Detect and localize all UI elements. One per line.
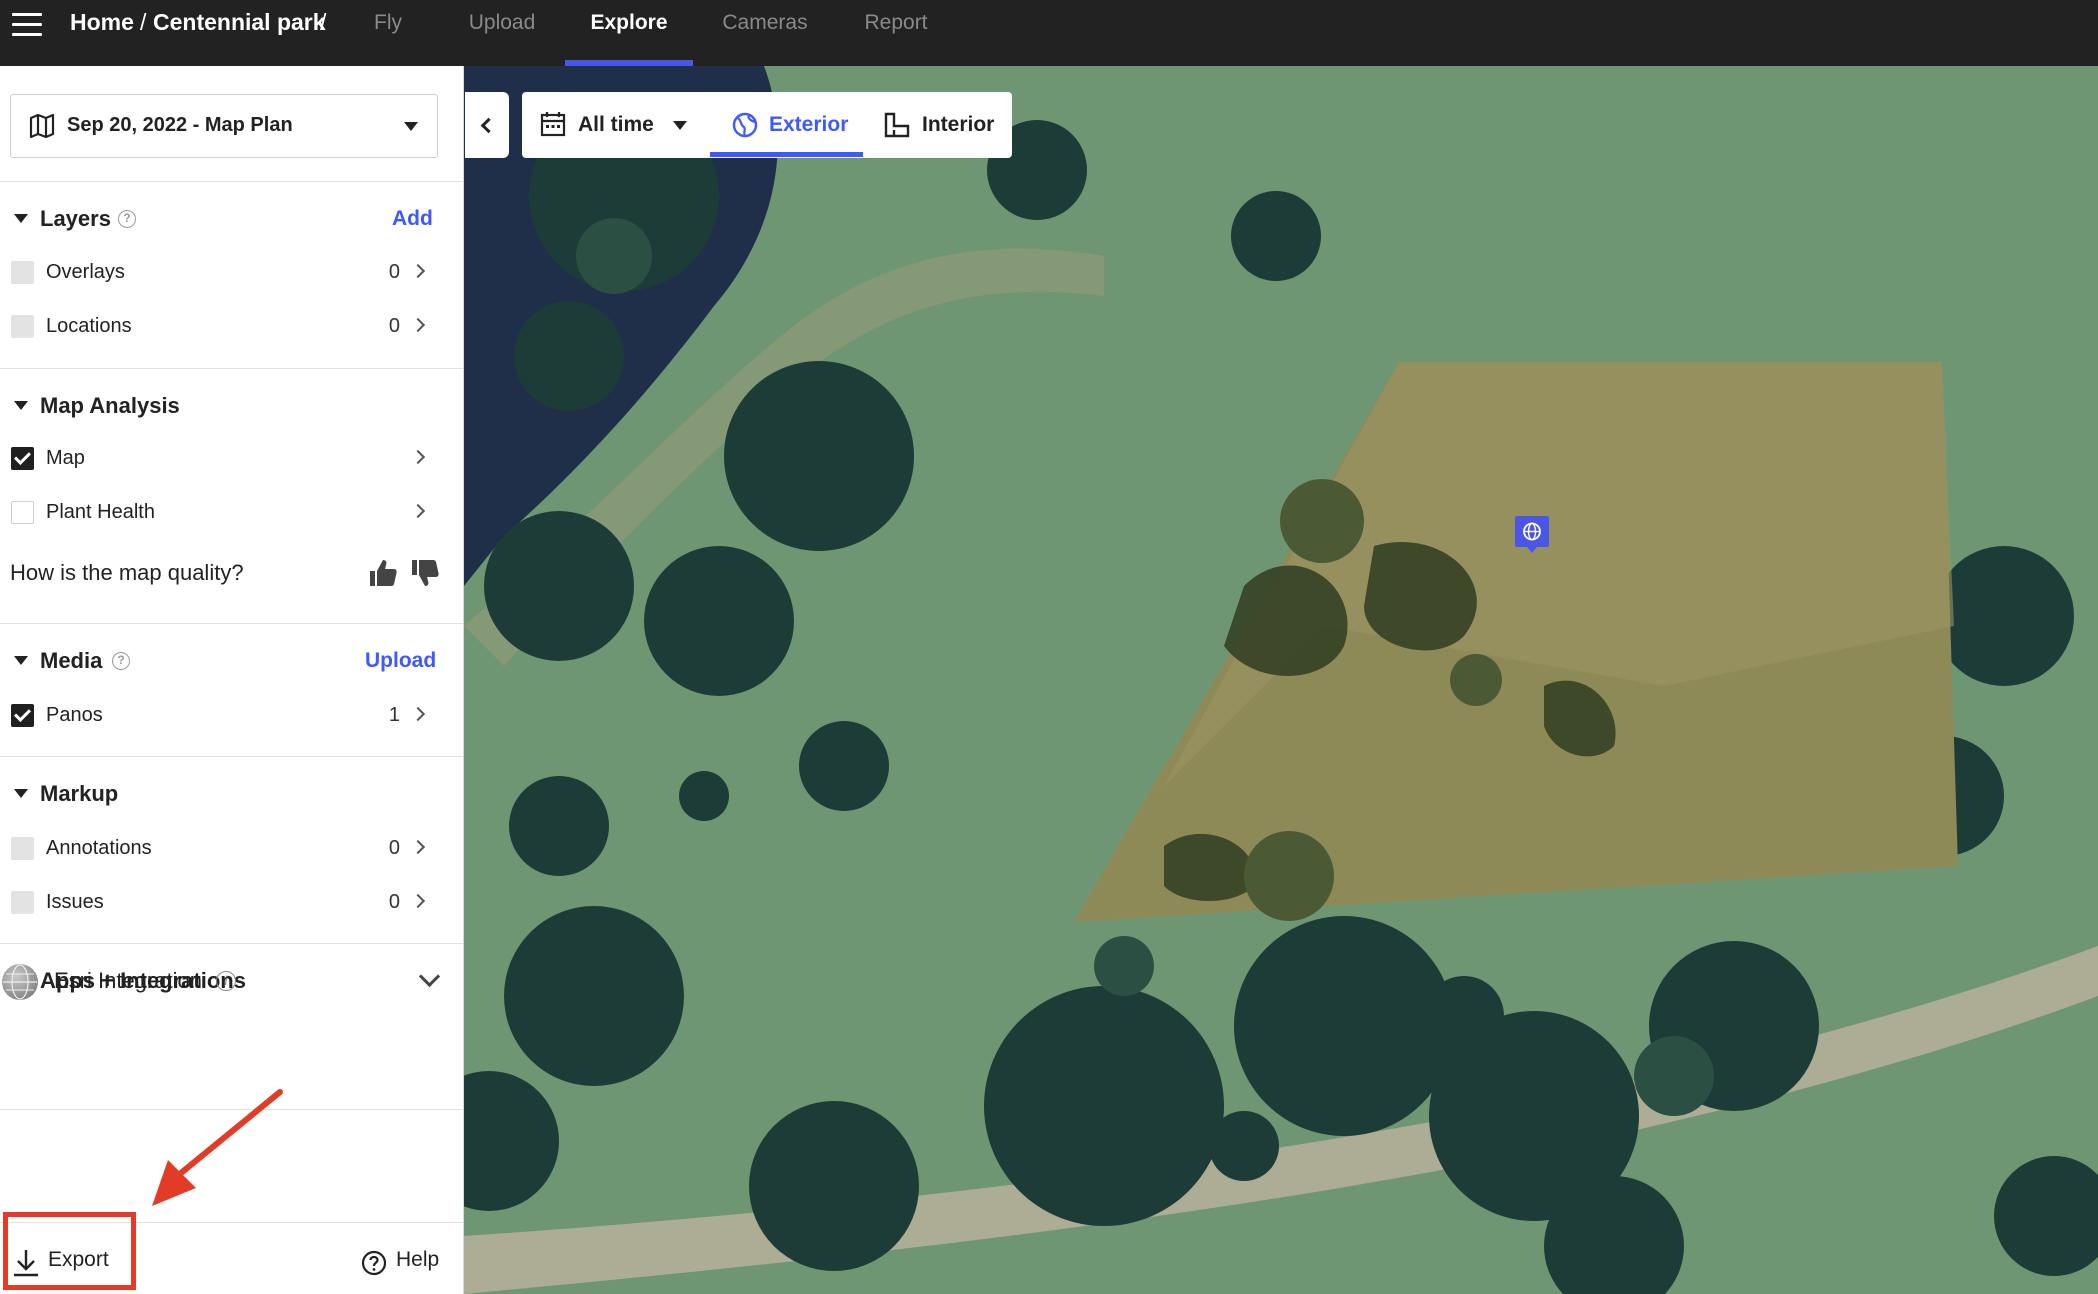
esri-globe-icon: [2, 964, 38, 1000]
markup-row-annotations[interactable]: Annotations 0: [0, 828, 446, 868]
issues-label: Issues: [46, 891, 104, 913]
section-media-title: Media: [40, 648, 103, 673]
plan-select-value: Sep 20, 2022 - Map Plan: [67, 114, 293, 136]
tab-cameras[interactable]: Cameras: [710, 0, 820, 66]
globe-icon: [732, 112, 758, 138]
plan-select-dropdown[interactable]: Sep 20, 2022 - Map Plan: [10, 94, 438, 158]
satellite-map-image: [464, 66, 2098, 1294]
interior-label: Interior: [922, 113, 995, 136]
chevron-right-icon[interactable]: [410, 317, 426, 333]
exterior-label: Exterior: [769, 113, 849, 136]
section-layers-header[interactable]: Layers: [14, 206, 111, 232]
tab-fly[interactable]: Fly: [358, 0, 418, 66]
help-circle-icon: [361, 1250, 387, 1276]
chevron-right-icon[interactable]: [410, 449, 426, 465]
collapse-triangle-icon: [14, 655, 28, 665]
chevron-right-icon[interactable]: [410, 706, 426, 722]
export-highlight-box: [3, 1212, 136, 1290]
caret-down-icon: [404, 122, 418, 131]
chevron-right-icon[interactable]: [410, 263, 426, 279]
panos-checkbox[interactable]: [11, 704, 34, 727]
panos-count: 1: [388, 704, 400, 726]
collapse-triangle-icon: [14, 213, 28, 223]
tab-explore[interactable]: Explore: [565, 0, 693, 66]
map-viewport[interactable]: [464, 66, 2098, 1294]
chevron-left-icon: [480, 117, 497, 134]
panos-label: Panos: [46, 704, 103, 726]
date-filter-value: All time: [578, 113, 654, 136]
layer-row-overlays[interactable]: Overlays 0: [0, 252, 446, 292]
divider: [0, 368, 463, 369]
section-markup-header[interactable]: Markup: [14, 781, 118, 807]
section-map-analysis-title: Map Analysis: [40, 393, 180, 418]
map-quality-question: How is the map quality?: [10, 560, 244, 585]
map-label: Map: [46, 447, 85, 469]
annotations-checkbox[interactable]: [11, 837, 34, 860]
locations-count: 0: [388, 315, 400, 337]
map-checkbox[interactable]: [11, 447, 34, 470]
layer-row-locations[interactable]: Locations 0: [0, 306, 446, 346]
section-markup-title: Markup: [40, 781, 119, 806]
esri-integration-label[interactable]: Esri Integration: [54, 968, 202, 994]
collapse-triangle-icon: [14, 400, 28, 410]
issues-checkbox[interactable]: [11, 891, 34, 914]
breadcrumb-home[interactable]: Home: [70, 9, 134, 36]
divider: [0, 756, 463, 757]
section-layers-title: Layers: [40, 206, 111, 231]
help-circle-icon[interactable]: ?: [118, 210, 136, 228]
tab-upload[interactable]: Upload: [456, 0, 548, 66]
analysis-row-plant-health[interactable]: Plant Health: [0, 492, 446, 532]
pano-location-pin-icon[interactable]: [1514, 514, 1550, 554]
section-map-analysis-header[interactable]: Map Analysis: [14, 393, 180, 419]
top-navigation-bar: Home / Centennial park / Fly Upload Expl…: [0, 0, 2098, 66]
tab-exterior[interactable]: Exterior: [732, 92, 860, 158]
divider: [0, 943, 463, 944]
tab-report[interactable]: Report: [848, 0, 944, 66]
chevron-right-icon[interactable]: [410, 503, 426, 519]
floorplan-icon: [884, 112, 910, 138]
collapse-sidebar-button[interactable]: [465, 92, 509, 158]
add-layer-button[interactable]: Add: [392, 207, 433, 231]
map-icon: [29, 113, 55, 139]
red-arrow-annotation: [152, 1089, 283, 1206]
hamburger-menu-icon[interactable]: [12, 13, 42, 37]
markup-row-issues[interactable]: Issues 0: [0, 882, 446, 922]
breadcrumb-separator: /: [320, 9, 327, 35]
breadcrumb-project[interactable]: Centennial park: [153, 9, 326, 36]
help-label: Help: [396, 1248, 440, 1271]
help-circle-icon[interactable]: ?: [112, 652, 130, 670]
overlays-checkbox[interactable]: [11, 261, 34, 284]
breadcrumb-separator: /: [140, 9, 147, 35]
section-media-header[interactable]: Media: [14, 648, 102, 674]
locations-checkbox[interactable]: [11, 315, 34, 338]
issues-count: 0: [388, 891, 400, 913]
caret-down-icon: [673, 121, 687, 130]
active-view-indicator: [710, 152, 863, 157]
tab-interior[interactable]: Interior: [884, 92, 1004, 158]
analysis-row-map[interactable]: Map: [0, 438, 446, 478]
thumbs-up-icon[interactable]: [368, 558, 398, 588]
media-row-panos[interactable]: Panos 1: [0, 695, 446, 735]
overlays-count: 0: [388, 261, 400, 283]
calendar-icon: [540, 112, 566, 137]
plant-health-checkbox[interactable]: [11, 501, 34, 524]
upload-media-button[interactable]: Upload: [365, 649, 436, 673]
map-toolbar: All time Exterior Interior: [522, 92, 1012, 158]
plant-health-label: Plant Health: [46, 501, 155, 523]
collapse-triangle-icon: [14, 788, 28, 798]
overlays-label: Overlays: [46, 261, 125, 283]
divider: [0, 181, 463, 182]
thumbs-down-icon[interactable]: [410, 558, 440, 588]
divider: [0, 623, 463, 624]
locations-label: Locations: [46, 315, 132, 337]
chevron-right-icon[interactable]: [410, 839, 426, 855]
annotations-count: 0: [388, 837, 400, 859]
chevron-right-icon[interactable]: [410, 893, 426, 909]
annotations-label: Annotations: [46, 837, 152, 859]
date-filter-dropdown[interactable]: All time: [540, 92, 690, 158]
info-icon[interactable]: i: [216, 971, 236, 991]
